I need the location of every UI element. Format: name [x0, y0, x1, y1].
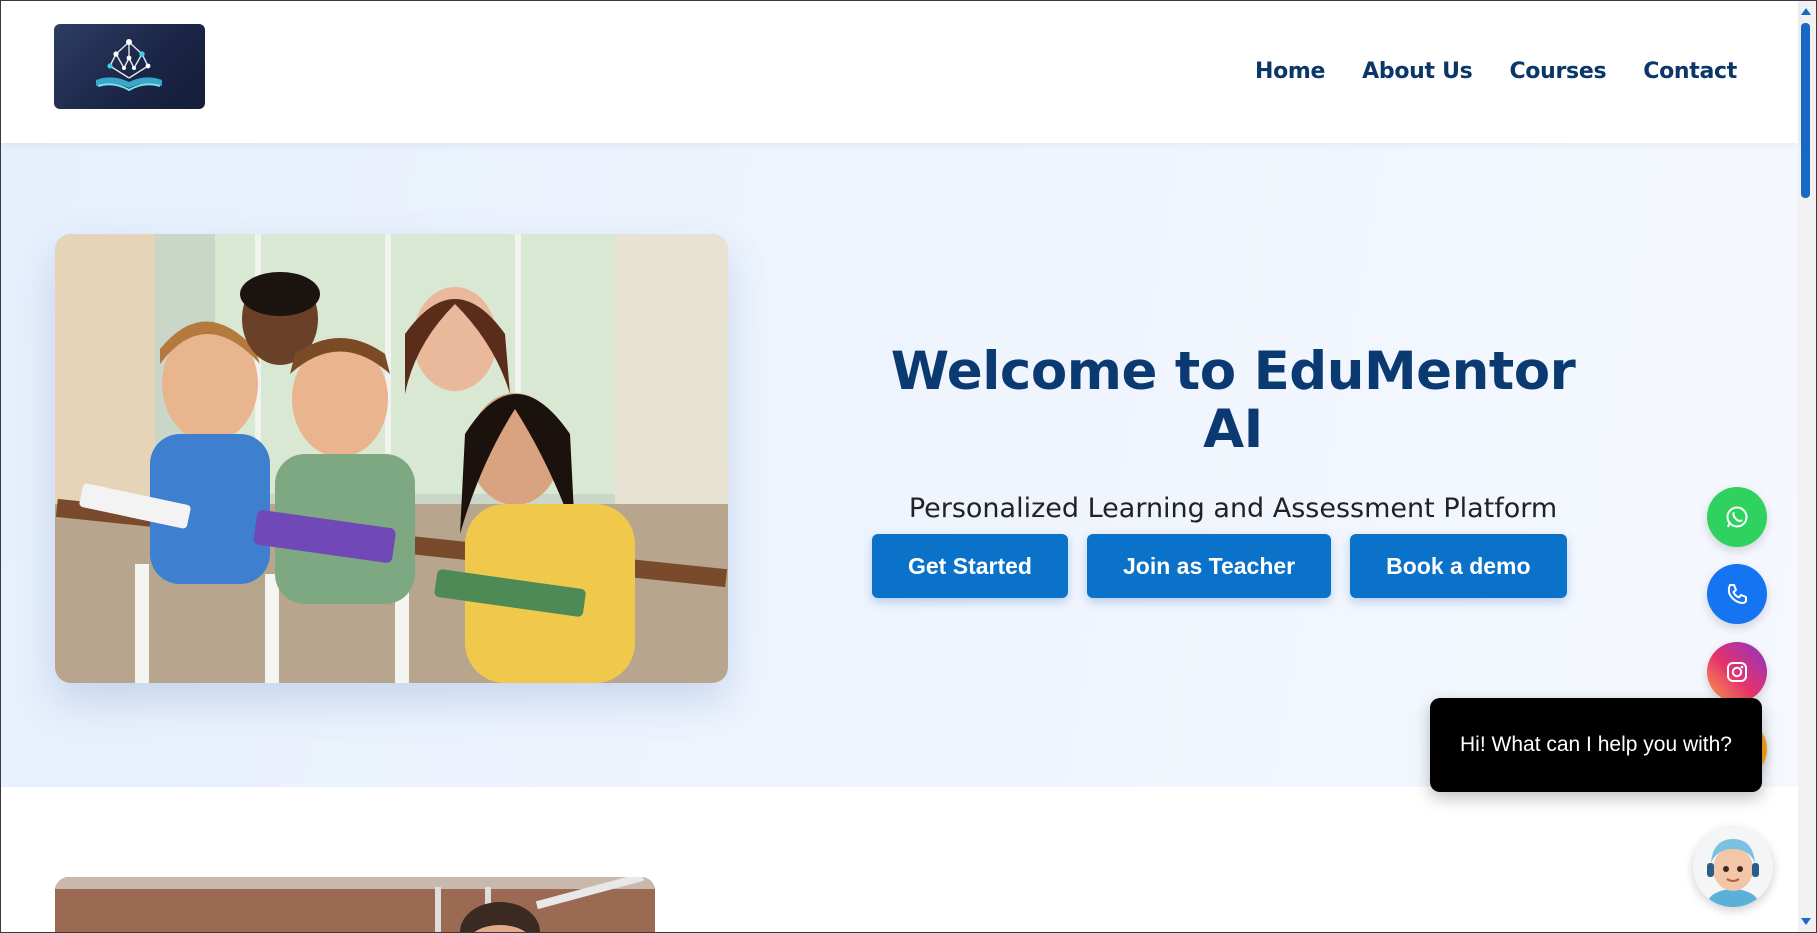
assistant-avatar	[1693, 827, 1773, 907]
phone-icon	[1727, 584, 1747, 604]
phone-button[interactable]	[1707, 564, 1767, 624]
nav-home[interactable]: Home	[1255, 59, 1325, 84]
join-as-teacher-button[interactable]: Join as Teacher	[1086, 534, 1332, 598]
second-section	[1, 787, 1798, 932]
get-started-button[interactable]: Get Started	[872, 534, 1068, 598]
hero-subtitle: Personalized Learning and Assessment Pla…	[908, 492, 1558, 524]
book-network-logo-icon	[96, 39, 162, 92]
students-photo	[55, 234, 728, 683]
book-a-demo-button[interactable]: Book a demo	[1350, 534, 1567, 598]
page-scrollbar[interactable]	[1798, 1, 1816, 932]
hero-buttons: Get Started Join as Teacher Book a demo	[872, 534, 1567, 598]
classroom-image	[55, 877, 655, 932]
browser-viewport: Home About Us Courses Contact Welcome to…	[0, 0, 1817, 933]
nav-courses[interactable]: Courses	[1509, 59, 1606, 84]
hero-text-block: Welcome to EduMentor AI Personalized Lea…	[863, 341, 1603, 524]
scroll-up-arrow-icon[interactable]	[1801, 8, 1811, 15]
main-nav: Home About Us Courses Contact	[1255, 59, 1737, 84]
whatsapp-icon	[1726, 506, 1748, 528]
section-image	[55, 877, 655, 932]
instagram-button[interactable]	[1707, 642, 1767, 702]
site-logo[interactable]	[54, 24, 205, 109]
chat-greeting-bubble[interactable]: Hi! What can I help you with?	[1430, 698, 1762, 792]
assistant-avatar-button[interactable]	[1693, 827, 1773, 907]
scroll-down-arrow-icon[interactable]	[1801, 918, 1811, 925]
nav-contact[interactable]: Contact	[1643, 59, 1737, 84]
instagram-icon	[1727, 662, 1747, 682]
students-illustration	[55, 234, 728, 683]
whatsapp-button[interactable]	[1707, 487, 1767, 547]
hero-title: Welcome to EduMentor AI	[890, 341, 1576, 461]
chat-greeting-text: Hi! What can I help you with?	[1460, 733, 1732, 756]
hero-section: Welcome to EduMentor AI Personalized Lea…	[1, 143, 1798, 787]
site-header: Home About Us Courses Contact	[1, 1, 1798, 143]
scrollbar-thumb[interactable]	[1801, 23, 1810, 198]
nav-about-us[interactable]: About Us	[1362, 59, 1473, 84]
